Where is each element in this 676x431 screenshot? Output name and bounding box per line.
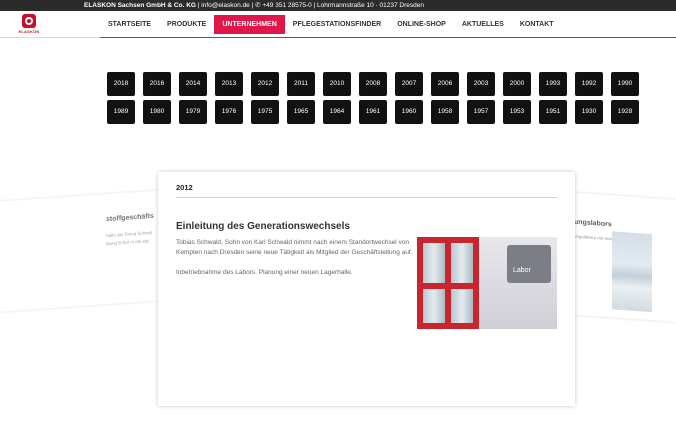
phone-icon: ✆ — [255, 2, 261, 9]
year-button-1975[interactable]: 1975 — [251, 100, 279, 124]
laboratory-photo: Labor — [417, 237, 557, 329]
side-card-title: ungslabors — [574, 218, 612, 229]
year-button-1958[interactable]: 1958 — [431, 100, 459, 124]
nav-item-startseite[interactable]: STARTSEITE — [100, 11, 159, 38]
year-button-1957[interactable]: 1957 — [467, 100, 495, 124]
year-button-2010[interactable]: 2010 — [323, 72, 351, 96]
year-button-1980[interactable]: 1980 — [143, 100, 171, 124]
nav-item-unternehmen[interactable]: UNTERNEHMEN — [214, 15, 285, 34]
logo-text: ELASKON — [18, 29, 40, 34]
year-button-2013[interactable]: 2013 — [215, 72, 243, 96]
year-button-2007[interactable]: 2007 — [395, 72, 423, 96]
year-button-1964[interactable]: 1964 — [323, 100, 351, 124]
side-card-line: ungslabors mit einem — [574, 233, 617, 242]
year-button-1990[interactable]: 1990 — [611, 72, 639, 96]
red-door — [417, 237, 479, 329]
year-button-2000[interactable]: 2000 — [503, 72, 531, 96]
year-button-2006[interactable]: 2006 — [431, 72, 459, 96]
building-image — [612, 231, 652, 313]
card-text: Tobias Schwald, Sohn von Karl Schwald ni… — [176, 238, 418, 288]
year-button-1961[interactable]: 1961 — [359, 100, 387, 124]
year-button-2016[interactable]: 2016 — [143, 72, 171, 96]
year-button-1979[interactable]: 1979 — [179, 100, 207, 124]
side-card-line: ldung Erfurt in die eig — [106, 238, 149, 247]
company-name: ELASKON Sachsen GmbH & Co. KG — [84, 2, 196, 9]
address: Lohrmannstraße 10 · 01237 Dresden — [317, 2, 424, 9]
divider — [176, 197, 557, 198]
year-button-1960[interactable]: 1960 — [395, 100, 423, 124]
year-button-1930[interactable]: 1930 — [575, 100, 603, 124]
timeline-card-current: 2012 Einleitung des Generationswechsels … — [158, 172, 575, 406]
elaskon-logo[interactable]: ELASKON — [18, 14, 40, 36]
main-nav: STARTSEITE PRODUKTE UNTERNEHMEN PFLEGESTATI… — [100, 11, 562, 38]
card-paragraph: Inbetriebnahme des Labors. Planung einer… — [176, 269, 353, 276]
year-button-1992[interactable]: 1992 — [575, 72, 603, 96]
sign-text: Labor — [513, 267, 531, 274]
year-button-1928[interactable]: 1928 — [611, 100, 639, 124]
nav-underline — [100, 37, 676, 38]
card-year: 2012 — [176, 183, 193, 192]
nav-item-aktuelles[interactable]: AKTUELLES — [454, 11, 512, 38]
nav-item-online-shop[interactable]: ONLINE-SHOP — [389, 11, 454, 38]
year-selector: 2018 2016 2014 2013 2012 2011 2010 2008 2007 2006… — [107, 72, 639, 124]
labor-sign: Labor — [507, 245, 551, 283]
nav-item-kontakt[interactable]: KONTAKT — [512, 11, 562, 38]
year-button-2011[interactable]: 2011 — [287, 72, 315, 96]
year-button-2014[interactable]: 2014 — [179, 72, 207, 96]
header: ELASKON STARTSEITE PRODUKTE UNTERNEHMEN PFL… — [0, 11, 676, 38]
year-button-2012[interactable]: 2012 — [251, 72, 279, 96]
logo-icon — [22, 14, 36, 28]
timeline-card-next[interactable]: ungslabors ungslabors mit einem — [566, 192, 676, 322]
nav-item-pflegestationsfinder[interactable]: PFLEGESTATIONSFINDER — [285, 11, 389, 38]
email-link[interactable]: info@elaskon.de — [201, 2, 250, 9]
nav-item-produkte[interactable]: PRODUKTE — [159, 11, 214, 38]
card-title: Einleitung des Generationswechsels — [176, 221, 350, 232]
year-button-1965[interactable]: 1965 — [287, 100, 315, 124]
year-button-2008[interactable]: 2008 — [359, 72, 387, 96]
year-button-1976[interactable]: 1976 — [215, 100, 243, 124]
side-card-title: stoffgeschäfts — [106, 212, 154, 224]
phone-number[interactable]: +49 351 28575-0 — [262, 2, 311, 9]
year-button-1989[interactable]: 1989 — [107, 100, 135, 124]
year-button-2018[interactable]: 2018 — [107, 72, 135, 96]
year-button-1951[interactable]: 1951 — [539, 100, 567, 124]
year-button-1953[interactable]: 1953 — [503, 100, 531, 124]
card-paragraph: Tobias Schwald, Sohn von Karl Schwald ni… — [176, 239, 413, 256]
year-button-1993[interactable]: 1993 — [539, 72, 567, 96]
top-info-bar: ELASKON Sachsen GmbH & Co. KG | info@ela… — [0, 0, 676, 11]
timeline-card-previous[interactable]: stoffgeschäfts häfts der Firma Schwal ld… — [0, 190, 160, 312]
year-button-2003[interactable]: 2003 — [467, 72, 495, 96]
